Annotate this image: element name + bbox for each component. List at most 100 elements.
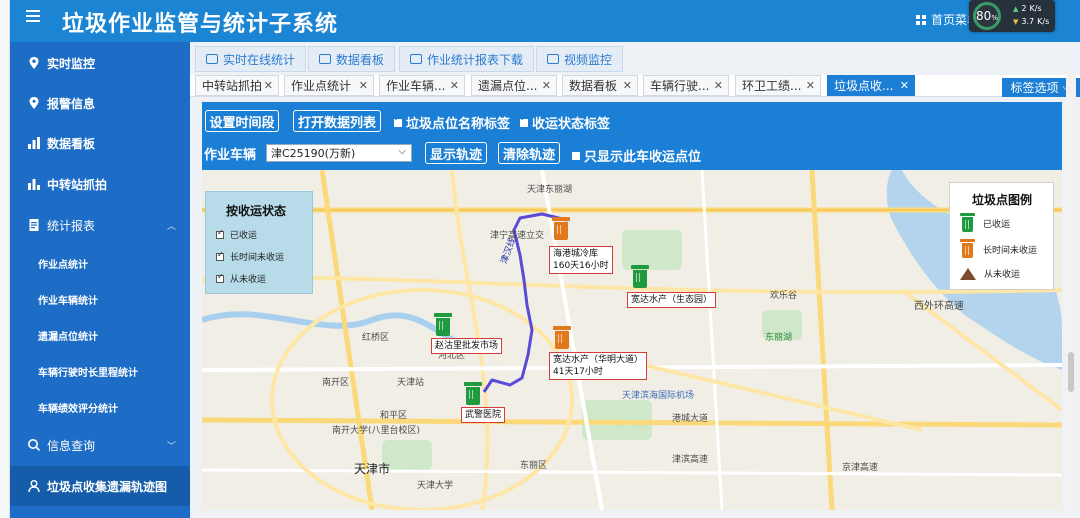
map-label: 南开区 (322, 378, 350, 388)
data-board-button[interactable]: 数据看板 (308, 46, 396, 72)
document-icon (29, 219, 39, 231)
tab-data-board[interactable]: 数据看板 ✕ (562, 75, 638, 96)
show-track-button[interactable]: 显示轨迹 (425, 142, 487, 164)
cpu-percent-gauge: 80% (973, 2, 1001, 30)
tab-missed-stats[interactable]: 遗漏点位... ✕ (471, 75, 557, 96)
marker-name: 武警医院 (465, 410, 502, 420)
video-icon (547, 54, 559, 64)
garbage-point-marker-wujing[interactable] (464, 382, 482, 410)
legend-item-never-collected: 从未收运 (960, 267, 1020, 280)
board-icon (319, 54, 331, 64)
page-scrollbar[interactable] (1066, 72, 1076, 512)
map-label: 南开大学(八里台校区) (332, 426, 421, 436)
app-title: 垃圾作业监管与统计子系统 (62, 12, 339, 37)
sidebar-subitem-missed-stats[interactable]: 遗漏点位统计 (10, 328, 190, 343)
download-arrow-icon: ▼ (1013, 17, 1019, 26)
vehicle-select[interactable]: 津C25190(万新) ⌵ (266, 144, 412, 162)
point-name-label-checkbox[interactable]: 垃圾点位名称标签 (394, 113, 510, 132)
tab-transfer-capture[interactable]: 中转站抓拍 ✕ (195, 75, 279, 96)
tab-label: 数据看板 (569, 79, 618, 93)
legend-label: 长时间未收运 (983, 245, 1038, 256)
marker-callout-haigang: 海港城冷库 160天16小时 (549, 246, 613, 274)
scroll-thumb[interactable] (1068, 352, 1074, 392)
close-icon[interactable]: ✕ (359, 79, 368, 92)
status-legend-title: 按收运状态 (226, 204, 287, 218)
close-icon[interactable]: ✕ (714, 79, 723, 92)
marker-time: 41天17小时 (553, 367, 603, 377)
sidebar-item-alarms[interactable]: 报警信息 (10, 90, 190, 116)
tab-vehicle-mileage[interactable]: 车辆行驶... ✕ (643, 75, 729, 96)
status-filter-never-collected[interactable]: 从未收运 (216, 272, 266, 285)
sidebar-subitem-point-stats[interactable]: 作业点统计 (10, 256, 190, 271)
sidebar-item-info-query[interactable]: 信息查询 ﹀ (10, 432, 190, 458)
map-view[interactable]: 天津东丽湖 津宁高速立交 津汉线 西外环高速 东丽湖 天津站 和平区 红桥区 河… (202, 170, 1062, 510)
tab-sanitation-performance[interactable]: 环卫工绩... ✕ (735, 75, 821, 96)
video-monitor-button[interactable]: 视频监控 (536, 46, 624, 72)
legend-item-long-uncollected: 长时间未收运 (960, 239, 1037, 259)
garbage-point-marker-zhaojia[interactable] (434, 313, 452, 341)
download-speed: ▼ 3.7 K/s (1013, 17, 1049, 26)
map-toolbar: 设置时间段 打开数据列表 垃圾点位名称标签 收运状态标签 作业车辆 津C2519… (202, 102, 1062, 170)
map-label: 东丽区 (520, 461, 548, 471)
network-monitor-widget[interactable]: 80% ▲ 2 K/s ▼ 3.7 K/s (969, 0, 1055, 32)
sidebar-item-missed-track[interactable]: 垃圾点收集遗漏轨迹图 (10, 466, 190, 506)
upload-value: 2 (1021, 4, 1027, 13)
report-download-button[interactable]: 作业统计报表下载 (399, 46, 535, 72)
checkbox-label: 垃圾点位名称标签 (406, 117, 511, 132)
legend-label: 已收运 (983, 219, 1011, 230)
checkbox-checked-icon (520, 114, 528, 127)
sidebar-nav: 实时监控 报警信息 数据看板 中转站抓拍 统计报表 ︿ 作业点统计 作业车辆统计… (10, 42, 190, 518)
left-edge-strip (0, 0, 10, 518)
top-header: 垃圾作业监管与统计子系统 首页菜单 特航 (10, 0, 1080, 42)
clear-track-button[interactable]: 清除轨迹 (498, 142, 560, 164)
sidebar-subitem-mileage-stats[interactable]: 车辆行驶时长里程统计 (10, 364, 190, 379)
garbage-point-marker-kuanda-eco[interactable] (631, 265, 649, 293)
status-label-checkbox[interactable]: 收运状态标签 (520, 113, 610, 132)
tab-vehicle-stats[interactable]: 作业车辆... ✕ (379, 75, 465, 96)
garbage-point-marker-haigang[interactable] (552, 217, 570, 245)
status-filter-collected[interactable]: 已收运 (216, 228, 257, 241)
close-icon[interactable]: ✕ (542, 79, 551, 92)
legend-label: 从未收运 (984, 270, 1021, 280)
chevron-up-icon: ︿ (166, 221, 176, 232)
search-icon (28, 439, 41, 452)
sidebar-item-label: 统计报表 (47, 218, 96, 233)
cpu-percent-unit: % (991, 14, 998, 22)
legend-label: 从未收运 (230, 275, 267, 285)
sidebar-subitem-vehicle-stats[interactable]: 作业车辆统计 (10, 292, 190, 307)
legend-label: 长时间未收运 (230, 253, 285, 263)
map-label: 港城大道 (672, 414, 709, 424)
upload-unit: K/s (1029, 4, 1042, 13)
checkbox-unchecked-icon (572, 151, 580, 160)
set-time-range-button[interactable]: 设置时间段 (205, 110, 279, 132)
map-label: 西外环高速 (914, 301, 964, 312)
garbage-point-marker-kuanda-hm[interactable] (553, 326, 571, 354)
tab-point-stats[interactable]: 作业点统计 ✕ (284, 75, 374, 96)
tab-label: 垃圾点收... (834, 79, 894, 93)
close-icon[interactable]: ✕ (264, 79, 273, 92)
bar-chart-icon (28, 179, 40, 190)
status-filter-long-uncollected[interactable]: 长时间未收运 (216, 250, 284, 263)
close-icon[interactable]: ✕ (806, 79, 815, 92)
sidebar-item-realtime[interactable]: 实时监控 (10, 50, 190, 76)
hamburger-menu-icon[interactable] (26, 10, 40, 24)
realtime-online-stats-button[interactable]: 实时在线统计 (195, 46, 307, 72)
tab-label: 作业车辆... (386, 79, 446, 93)
close-icon[interactable]: ✕ (450, 79, 459, 92)
sidebar-item-label: 垃圾点收集遗漏轨迹图 (47, 479, 168, 494)
tab-missed-track[interactable]: 垃圾点收... ✕ (827, 75, 915, 96)
sidebar-item-dashboard[interactable]: 数据看板 (10, 130, 190, 156)
sidebar-subitem-performance-stats[interactable]: 车辆绩效评分统计 (10, 400, 190, 415)
tab-label: 作业点统计 (291, 79, 352, 93)
sidebar-item-reports[interactable]: 统计报表 ︿ (10, 212, 190, 238)
checkbox-checked-icon (216, 250, 224, 261)
bar-chart-icon (28, 137, 40, 149)
location-pin-icon (29, 57, 39, 69)
sidebar-item-transfer-capture[interactable]: 中转站抓拍 (10, 171, 190, 197)
marker-name: 宽达水产（华明大道） (553, 355, 644, 365)
checkbox-checked-icon (394, 114, 402, 127)
close-icon[interactable]: ✕ (900, 79, 909, 92)
open-data-list-button[interactable]: 打开数据列表 (293, 110, 381, 132)
close-icon[interactable]: ✕ (623, 79, 632, 92)
only-vehicle-points-checkbox[interactable]: 只显示此车收运点位 (572, 146, 701, 165)
